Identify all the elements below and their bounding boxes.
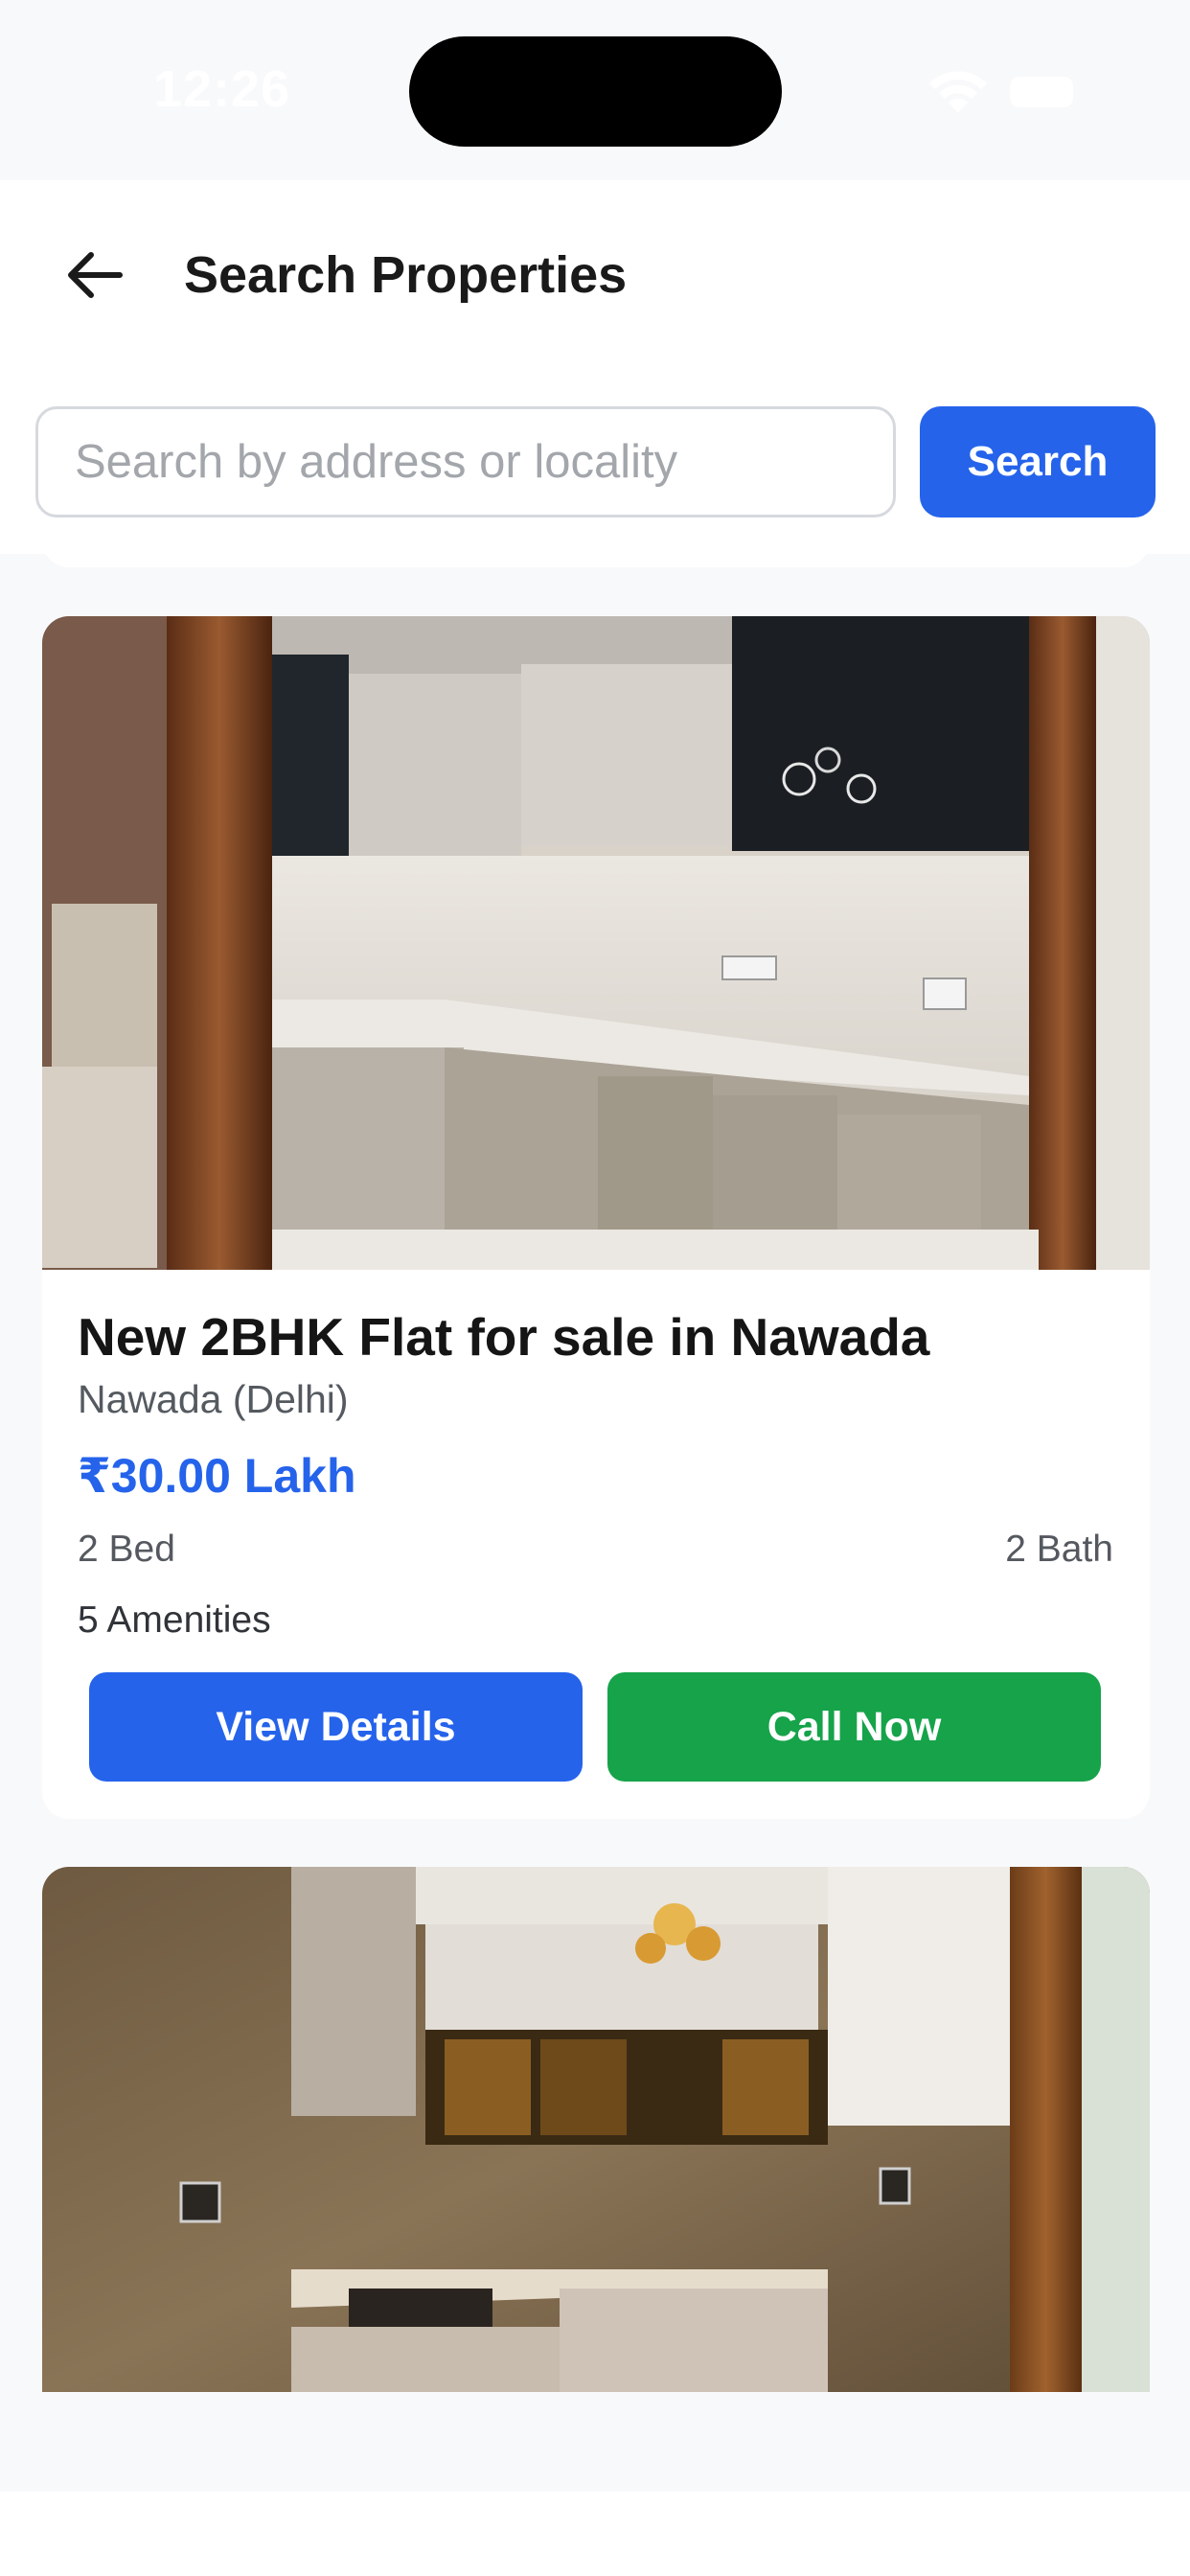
property-location: Nawada (Delhi) — [78, 1377, 349, 1421]
property-baths: 2 Bath — [1005, 1529, 1113, 1570]
property-card[interactable] — [42, 1867, 1150, 2392]
status-bar: 12:26 — [0, 0, 1190, 180]
property-price: ₹30.00 Lakh — [78, 1449, 356, 1503]
wifi-icon — [929, 71, 987, 113]
battery-icon — [1010, 77, 1073, 107]
search-input[interactable] — [35, 406, 896, 518]
arrow-left-icon — [68, 252, 123, 298]
status-time: 12:26 — [153, 60, 291, 118]
property-card[interactable]: New 2BHK Flat for sale in Nawada Nawada … — [42, 616, 1150, 1819]
property-image[interactable] — [42, 616, 1150, 1270]
view-details-button[interactable]: View Details — [89, 1672, 583, 1782]
previous-property-card — [42, 537, 1150, 567]
property-image[interactable] — [42, 1867, 1150, 2392]
page-title: Search Properties — [184, 246, 628, 304]
property-beds: 2 Bed — [78, 1529, 175, 1570]
back-button[interactable] — [59, 240, 130, 310]
property-amenities: 5 Amenities — [78, 1599, 271, 1641]
property-title[interactable]: New 2BHK Flat for sale in Nawada — [78, 1306, 929, 1368]
dynamic-island — [409, 36, 782, 147]
call-now-button[interactable]: Call Now — [607, 1672, 1101, 1782]
bottom-safe-area — [0, 2492, 1190, 2576]
search-button[interactable]: Search — [920, 406, 1156, 518]
